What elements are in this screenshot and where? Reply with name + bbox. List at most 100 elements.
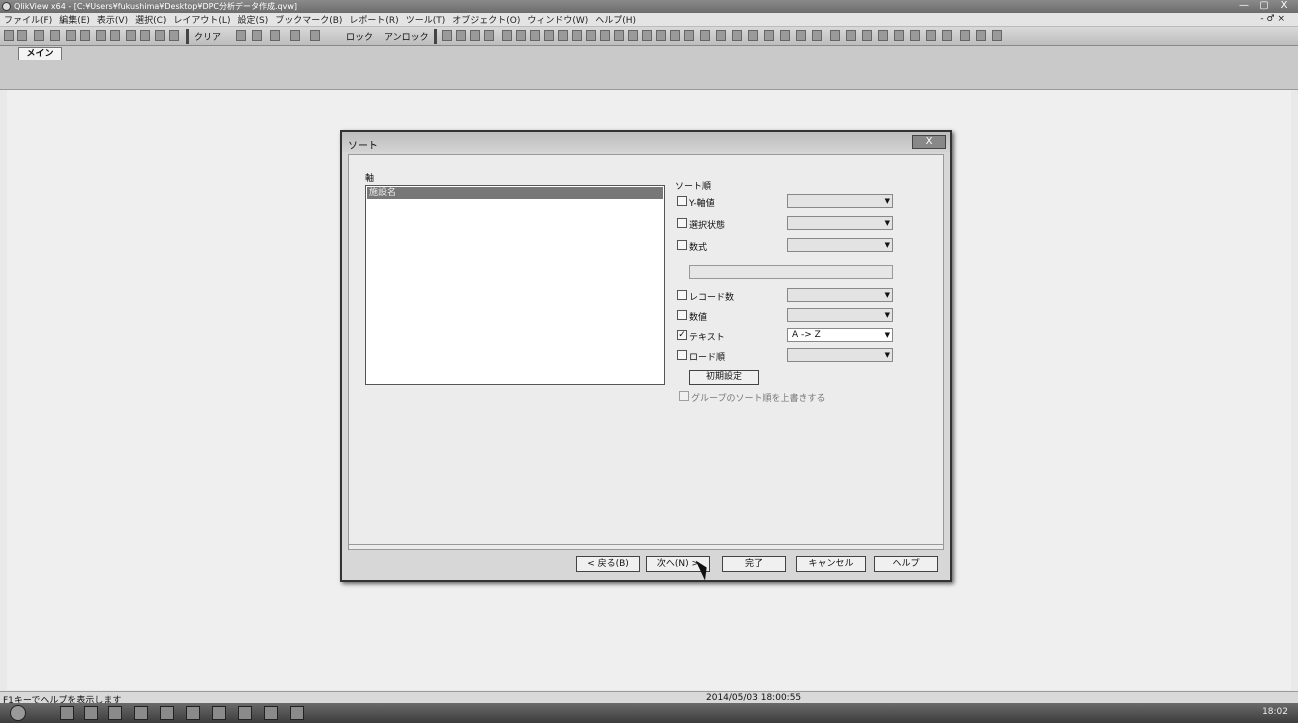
multi-box-icon[interactable]: [530, 30, 540, 41]
menu-edit[interactable]: 編集(E): [59, 13, 90, 26]
design-icon[interactable]: [764, 30, 774, 41]
design-icon[interactable]: [846, 30, 856, 41]
lock-button[interactable]: ロック: [346, 30, 373, 43]
start-button-icon[interactable]: [10, 705, 26, 721]
menu-layout[interactable]: レイアウト(L): [173, 13, 230, 26]
reload-icon[interactable]: [80, 30, 90, 41]
menu-bookmarks[interactable]: ブックマーク(B): [275, 13, 342, 26]
y-axis-dropdown[interactable]: ▼: [787, 194, 893, 208]
taskbar-app-icon[interactable]: [84, 706, 98, 720]
back-button[interactable]: < 戻る(B): [576, 556, 640, 572]
design-icon[interactable]: [926, 30, 936, 41]
design-icon[interactable]: [716, 30, 726, 41]
current-selections-icon[interactable]: [586, 30, 596, 41]
save-icon[interactable]: [34, 30, 44, 41]
advanced-search-icon[interactable]: [140, 30, 150, 41]
taskbar-app-icon[interactable]: [212, 706, 226, 720]
list-box-icon[interactable]: [502, 30, 512, 41]
expression-checkbox[interactable]: [677, 240, 687, 250]
text-sort-dropdown[interactable]: A -> Z ▼: [787, 328, 893, 342]
bookmark-object-icon[interactable]: [656, 30, 666, 41]
undo-icon[interactable]: [96, 30, 106, 41]
dialog-close-button[interactable]: X: [912, 135, 946, 149]
menu-reports[interactable]: レポート(R): [349, 13, 398, 26]
minimize-button[interactable]: —: [1234, 0, 1254, 12]
design-icon[interactable]: [830, 30, 840, 41]
mdi-controls[interactable]: - ♂ ×: [1260, 14, 1285, 24]
qlikview-taskbar-icon[interactable]: [290, 706, 304, 720]
design-icon[interactable]: [910, 30, 920, 41]
browser-icon[interactable]: [60, 706, 74, 720]
menu-object[interactable]: オブジェクト(O): [452, 13, 520, 26]
taskbar-app-icon[interactable]: [134, 706, 148, 720]
design-icon[interactable]: [942, 30, 952, 41]
design-icon[interactable]: [700, 30, 710, 41]
y-axis-checkbox[interactable]: [677, 196, 687, 206]
menu-view[interactable]: 表示(V): [97, 13, 128, 26]
line-arrow-icon[interactable]: [628, 30, 638, 41]
forward-icon[interactable]: [169, 30, 179, 41]
input-box-icon[interactable]: [572, 30, 582, 41]
layout-icon[interactable]: [484, 30, 494, 41]
new-icon[interactable]: [4, 30, 14, 41]
taskbar-app-icon[interactable]: [264, 706, 278, 720]
dimension-listbox[interactable]: 施設名: [365, 185, 665, 385]
taskbar-app-icon[interactable]: [160, 706, 174, 720]
numeric-dropdown[interactable]: ▼: [787, 308, 893, 322]
reset-defaults-button[interactable]: 初期設定: [689, 370, 759, 385]
menu-help[interactable]: ヘルプ(H): [595, 13, 636, 26]
help-button[interactable]: ヘルプ: [874, 556, 938, 572]
back-icon[interactable]: [155, 30, 165, 41]
record-count-checkbox[interactable]: [677, 290, 687, 300]
design-icon[interactable]: [812, 30, 822, 41]
bookmark-icon[interactable]: [290, 30, 300, 41]
dimension-selected-item[interactable]: 施設名: [367, 187, 663, 199]
menu-settings[interactable]: 設定(S): [237, 13, 268, 26]
load-order-checkbox[interactable]: [677, 350, 687, 360]
menu-window[interactable]: ウィンドウ(W): [527, 13, 588, 26]
print-icon[interactable]: [50, 30, 60, 41]
text-object-icon[interactable]: [614, 30, 624, 41]
back-selection-icon[interactable]: [252, 30, 262, 41]
maximize-button[interactable]: ▢: [1254, 0, 1274, 12]
chart-icon[interactable]: [558, 30, 568, 41]
clear-button[interactable]: クリア: [194, 30, 221, 43]
design-icon[interactable]: [894, 30, 904, 41]
text-checkbox[interactable]: ✓: [677, 330, 687, 340]
tab-main[interactable]: メイン: [18, 47, 62, 60]
load-order-dropdown[interactable]: ▼: [787, 348, 893, 362]
design-icon[interactable]: [748, 30, 758, 41]
menu-tools[interactable]: ツール(T): [406, 13, 446, 26]
edit-script-icon[interactable]: [66, 30, 76, 41]
slider-icon[interactable]: [642, 30, 652, 41]
clear-dropdown-icon[interactable]: [236, 30, 246, 41]
close-window-button[interactable]: X: [1274, 0, 1294, 12]
taskbar-app-icon[interactable]: [238, 706, 252, 720]
button-icon[interactable]: [600, 30, 610, 41]
open-icon[interactable]: [17, 30, 27, 41]
search-icon[interactable]: [126, 30, 136, 41]
redo-icon[interactable]: [110, 30, 120, 41]
design-icon[interactable]: [862, 30, 872, 41]
design-icon[interactable]: [732, 30, 742, 41]
record-count-dropdown[interactable]: ▼: [787, 288, 893, 302]
unlock-button[interactable]: アンロック: [384, 30, 429, 43]
statistics-box-icon[interactable]: [516, 30, 526, 41]
forward-selection-icon[interactable]: [270, 30, 280, 41]
numeric-checkbox[interactable]: [677, 310, 687, 320]
design-icon[interactable]: [878, 30, 888, 41]
cancel-button[interactable]: キャンセル: [796, 556, 866, 572]
menu-select[interactable]: 選択(C): [135, 13, 166, 26]
design-icon[interactable]: [796, 30, 806, 41]
group-override-checkbox[interactable]: [679, 391, 689, 401]
menu-file[interactable]: ファイル(F): [4, 13, 52, 26]
container-icon[interactable]: [684, 30, 694, 41]
search-object-icon[interactable]: [670, 30, 680, 41]
design-icon[interactable]: [976, 30, 986, 41]
finish-button[interactable]: 完了: [722, 556, 786, 572]
taskbar-app-icon[interactable]: [186, 706, 200, 720]
design-icon[interactable]: [960, 30, 970, 41]
selection-state-dropdown[interactable]: ▼: [787, 216, 893, 230]
layout-icon[interactable]: [470, 30, 480, 41]
taskbar-app-icon[interactable]: [108, 706, 122, 720]
